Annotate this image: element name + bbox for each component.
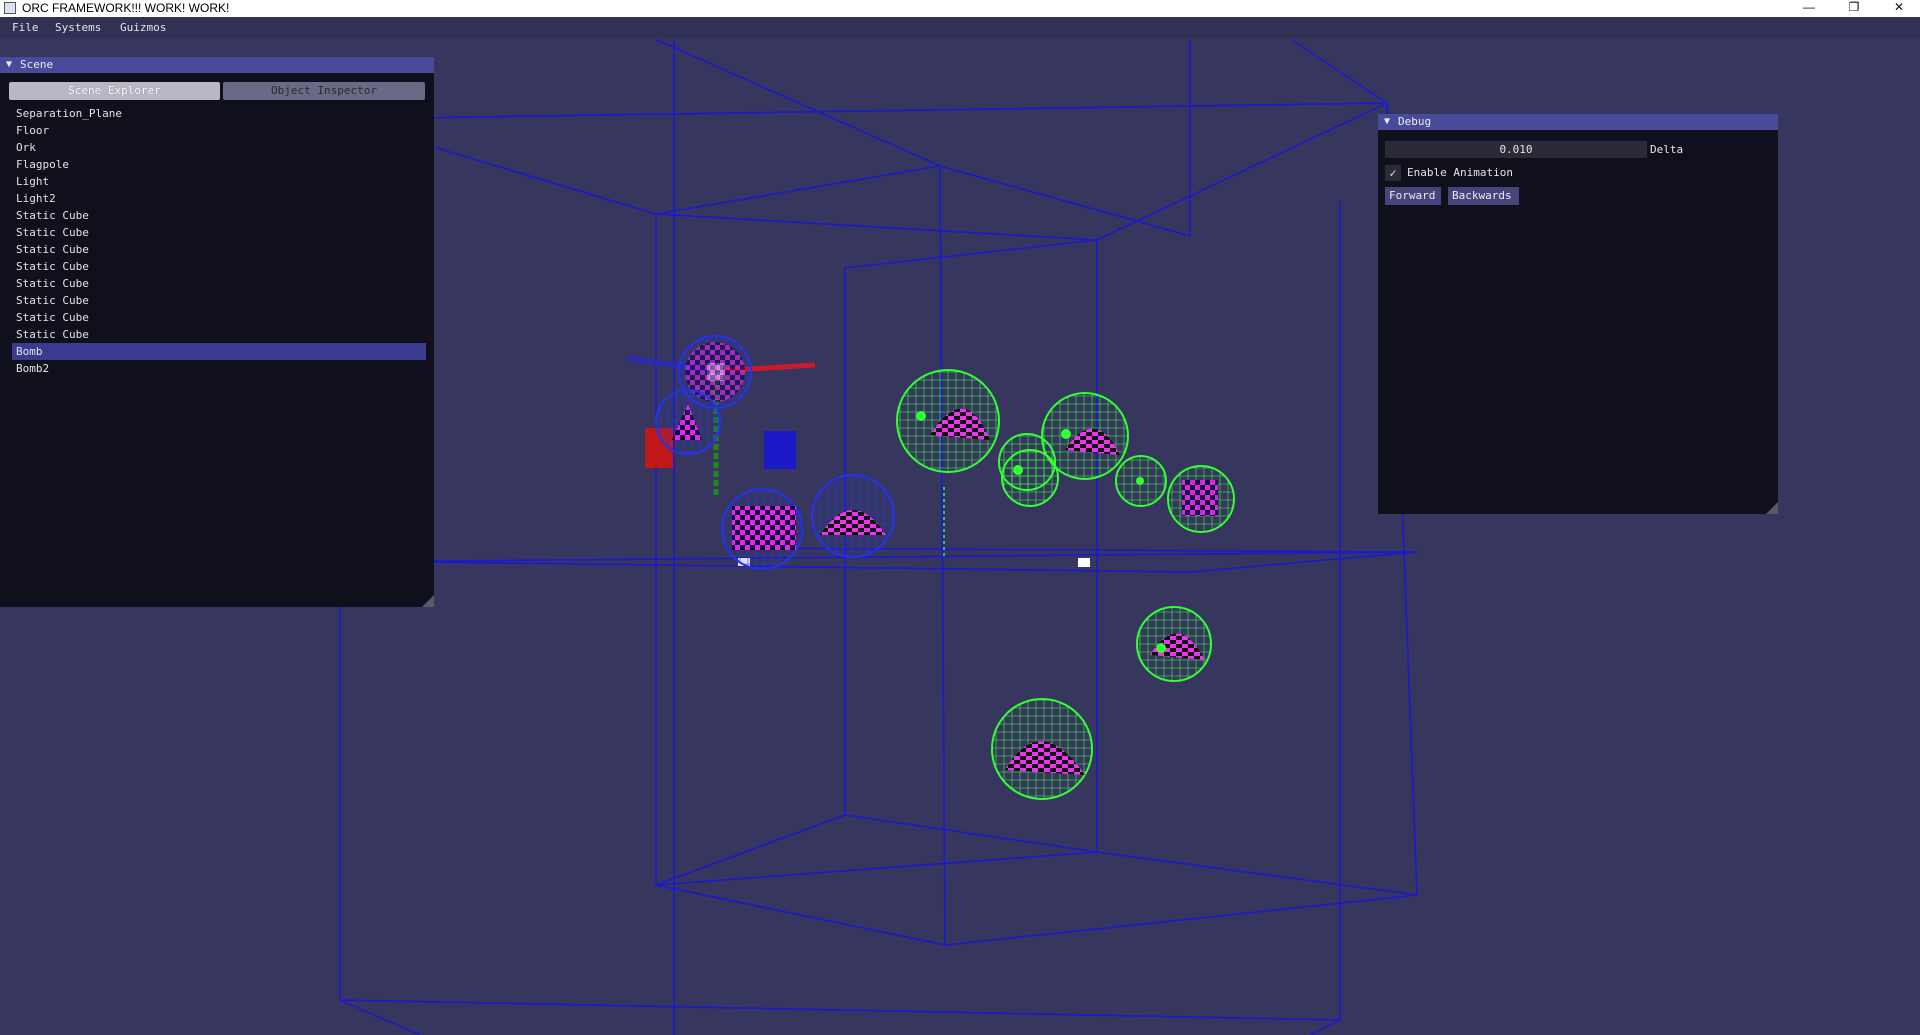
debug-panel-header[interactable]: ▼ Debug [1378,114,1778,130]
checkmark-icon: ✓ [1389,166,1397,180]
list-item[interactable]: Light2 [12,190,426,207]
list-item[interactable]: Static Cube [12,292,426,309]
tab-object-inspector-label: Object Inspector [271,84,377,97]
list-item[interactable]: Static Cube [12,207,426,224]
list-item[interactable]: Light [12,173,426,190]
menu-file[interactable]: File [12,21,39,34]
list-item-selected[interactable]: Bomb [12,343,426,360]
list-item[interactable]: Static Cube [12,326,426,343]
scene-panel: ▼ Scene Scene Explorer Object Inspector … [0,57,434,607]
scene-panel-title: Scene [20,58,54,71]
list-item[interactable]: Ork [12,139,426,156]
menu-guizmos[interactable]: Guizmos [120,21,166,34]
list-item[interactable]: Static Cube [12,309,426,326]
delta-input[interactable]: 0.010 [1385,141,1647,158]
list-item[interactable]: Static Cube [12,241,426,258]
minimize-button[interactable]: — [1786,0,1832,17]
app-icon [4,2,16,14]
debug-panel-title: Debug [1398,115,1432,128]
menu-bar: File Systems Guizmos [0,17,1920,38]
debug-panel: ▼ Debug 0.010 Delta ✓ Enable Animation F… [1378,114,1778,514]
list-item[interactable]: Static Cube [12,275,426,292]
list-item[interactable]: Separation_Plane [12,105,426,122]
list-item[interactable]: Bomb2 [12,360,426,377]
tab-scene-explorer[interactable]: Scene Explorer [9,82,220,100]
scene-panel-header[interactable]: ▼ Scene [0,57,434,73]
scene-tabs: Scene Explorer Object Inspector [9,82,425,100]
resize-grip[interactable] [422,595,434,607]
list-item[interactable]: Floor [12,122,426,139]
light-marker [1078,558,1090,567]
collapse-arrow-icon[interactable]: ▼ [1384,114,1390,130]
scene-explorer-list: Separation_Plane Floor Ork Flagpole Ligh… [12,105,426,377]
tab-object-inspector[interactable]: Object Inspector [223,82,425,100]
forward-button[interactable]: Forward [1385,187,1441,205]
menu-systems[interactable]: Systems [55,21,101,34]
title-bar: ORC FRAMEWORK!!! WORK! WORK! — ❐ ✕ [0,0,1920,17]
enable-animation-label: Enable Animation [1407,166,1513,179]
collapse-arrow-icon[interactable]: ▼ [6,57,12,73]
backwards-button[interactable]: Backwards [1448,187,1519,205]
close-button[interactable]: ✕ [1876,0,1920,17]
enable-animation-checkbox[interactable]: ✓ [1385,165,1401,181]
static-cube[interactable] [764,431,796,469]
tab-scene-explorer-label: Scene Explorer [68,84,161,97]
resize-grip[interactable] [1766,502,1778,514]
list-item[interactable]: Flagpole [12,156,426,173]
list-item[interactable]: Static Cube [12,224,426,241]
green-bomb-spheres[interactable] [896,369,1235,800]
list-item[interactable]: Static Cube [12,258,426,275]
restore-button[interactable]: ❐ [1831,0,1877,17]
window-title: ORC FRAMEWORK!!! WORK! WORK! [22,1,230,15]
delta-label: Delta [1650,143,1684,156]
